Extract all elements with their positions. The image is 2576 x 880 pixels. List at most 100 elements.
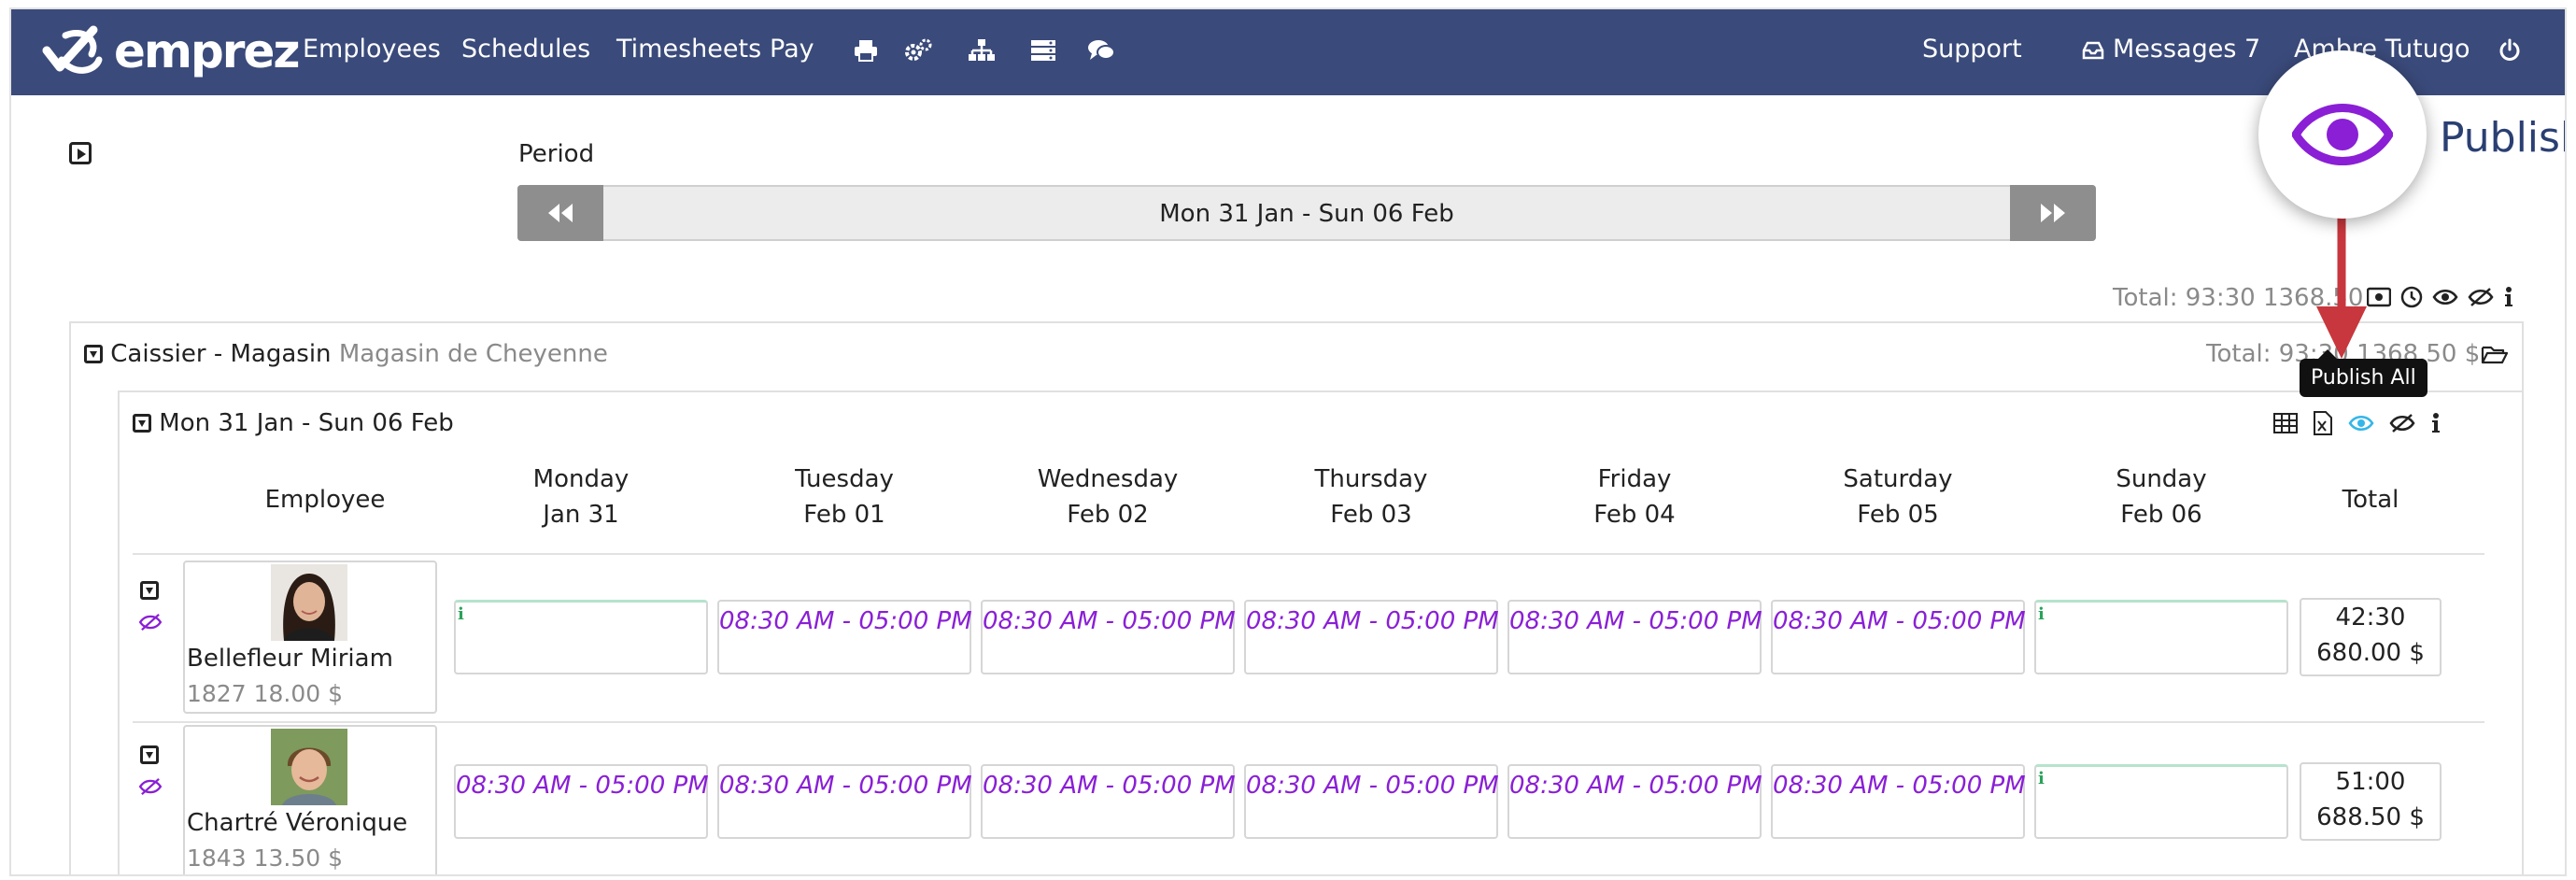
header-total: Total	[2342, 486, 2399, 514]
eye-slash-icon[interactable]	[2468, 287, 2494, 307]
eye-icon[interactable]	[2432, 288, 2458, 306]
header-date: Feb 02	[1067, 501, 1149, 529]
info-icon[interactable]	[2503, 286, 2514, 308]
brand-name: emprez	[114, 24, 300, 78]
info-marker: i	[2038, 604, 2045, 624]
header-divider	[133, 553, 2484, 555]
eye-slash-icon[interactable]	[2389, 413, 2415, 433]
nav-messages[interactable]: Messages 7	[2113, 35, 2260, 64]
next-period-button[interactable]	[2010, 185, 2096, 241]
eye-icon	[2292, 104, 2393, 165]
server-icon[interactable]	[1027, 34, 1059, 67]
row-toggle-icon[interactable]	[140, 745, 159, 764]
total-hours: 51:00	[2335, 768, 2406, 796]
header-day: Saturday	[1843, 465, 1953, 493]
shift-time: 08:30 AM - 05:00 PM	[719, 607, 972, 635]
header-date: Feb 03	[1330, 501, 1412, 529]
shift-time: 08:30 AM - 05:00 PM	[719, 772, 972, 800]
header-saturday: Saturday Feb 05	[1771, 461, 2025, 532]
info-marker: i	[2038, 769, 2045, 788]
summary-actions	[2367, 286, 2514, 308]
week-schedule: Mon 31 Jan - Sun 06 Feb Employee Monday J…	[118, 390, 2524, 874]
fast-forward-icon	[2041, 204, 2065, 222]
week-actions	[2273, 411, 2442, 435]
week-header: Mon 31 Jan - Sun 06 Feb	[133, 409, 454, 437]
nav-employees[interactable]: Employees	[303, 35, 441, 64]
shift-cell[interactable]: 08:30 AM - 05:00 PM	[981, 764, 1236, 839]
header-date: Feb 05	[1857, 501, 1939, 529]
shift-cell[interactable]: 08:30 AM - 05:00 PM	[1771, 764, 2026, 839]
row-toggle-icon[interactable]	[140, 581, 159, 600]
shift-time: 08:30 AM - 05:00 PM	[1773, 772, 2026, 800]
table-icon[interactable]	[2273, 413, 2298, 433]
employee-name: Chartré Véronique	[187, 809, 408, 837]
publish-callout-label: Publish	[2440, 114, 2565, 162]
employee-meta: 1843 13.50 $	[187, 845, 343, 872]
collapse-icon[interactable]	[84, 345, 103, 363]
folder-open-icon[interactable]	[2481, 344, 2509, 364]
header-day: Thursday	[1314, 465, 1428, 493]
nav-timesheets[interactable]: Timesheets	[616, 35, 761, 64]
header-date: Feb 06	[2120, 501, 2202, 529]
employee-meta: 1827 18.00 $	[187, 680, 343, 707]
shift-cell[interactable]: 08:30 AM - 05:00 PM	[981, 600, 1236, 674]
info-marker: i	[458, 604, 464, 624]
group-header: Caissier - Magasin Magasin de Cheyenne	[84, 340, 608, 368]
employee-card[interactable]: Bellefleur Miriam 1827 18.00 $	[183, 561, 437, 714]
fast-backward-icon	[548, 204, 573, 222]
shift-cell[interactable]: 08:30 AM - 05:00 PM	[1771, 600, 2026, 674]
app-frame: emprez Employees Schedules Timesheets Pa…	[9, 7, 2567, 876]
employee-card[interactable]: Chartré Véronique 1843 13.50 $	[183, 725, 437, 874]
comments-icon[interactable]	[1085, 34, 1117, 67]
header-day: Tuesday	[795, 465, 894, 493]
period-selector: Mon 31 Jan - Sun 06 Feb	[517, 185, 2096, 241]
row-controls	[140, 745, 159, 766]
shift-cell[interactable]: 08:30 AM - 05:00 PM	[1507, 764, 1762, 839]
shift-cell-empty[interactable]: i	[2034, 764, 2288, 839]
total-hours: 42:30	[2335, 603, 2406, 632]
shift-cell-empty[interactable]: i	[2034, 600, 2288, 674]
header-employee: Employee	[264, 486, 386, 514]
nav-schedules[interactable]: Schedules	[461, 35, 590, 64]
sidebar-toggle-icon[interactable]	[69, 142, 92, 164]
shift-cell[interactable]: 08:30 AM - 05:00 PM	[717, 764, 972, 839]
publish-callout	[2258, 50, 2427, 219]
total-amount: 688.50 $	[2316, 803, 2425, 831]
header-day: Friday	[1597, 465, 1672, 493]
shift-time: 08:30 AM - 05:00 PM	[1246, 772, 1499, 800]
excel-file-icon[interactable]	[2313, 411, 2333, 435]
collapse-icon[interactable]	[133, 414, 151, 433]
shift-time: 08:30 AM - 05:00 PM	[456, 772, 709, 800]
shift-cell[interactable]: 08:30 AM - 05:00 PM	[1507, 600, 1762, 674]
brand-logo[interactable]: emprez	[37, 22, 300, 80]
info-icon[interactable]	[2430, 412, 2442, 434]
shift-time: 08:30 AM - 05:00 PM	[1773, 607, 2026, 635]
sitemap-icon[interactable]	[966, 34, 998, 67]
inbox-icon	[2077, 34, 2109, 67]
period-range: Mon 31 Jan - Sun 06 Feb	[1159, 200, 1454, 228]
publish-all-eye-icon[interactable]	[2348, 414, 2374, 433]
print-icon[interactable]	[850, 34, 882, 67]
header-sunday: Sunday Feb 06	[2034, 461, 2288, 532]
shift-cell[interactable]: 08:30 AM - 05:00 PM	[717, 600, 972, 674]
shift-time: 08:30 AM - 05:00 PM	[1246, 607, 1499, 635]
shift-cell[interactable]: 08:30 AM - 05:00 PM	[454, 764, 709, 839]
period-label: Period	[518, 140, 595, 168]
shift-cell[interactable]: 08:30 AM - 05:00 PM	[1244, 600, 1499, 674]
shift-cell[interactable]: 08:30 AM - 05:00 PM	[1244, 764, 1499, 839]
shift-time: 08:30 AM - 05:00 PM	[1509, 772, 1762, 800]
unpublished-eye-icon[interactable]	[138, 613, 163, 632]
employee-total: 51:00 688.50 $	[2300, 762, 2442, 841]
annotation-arrow	[2316, 206, 2367, 359]
shift-cell-empty[interactable]: i	[454, 600, 708, 674]
cogs-icon[interactable]	[902, 34, 934, 67]
unpublished-eye-icon[interactable]	[138, 777, 163, 796]
nav-pay[interactable]: Pay	[770, 35, 814, 64]
clock-icon[interactable]	[2400, 286, 2423, 308]
employee-total: 42:30 680.00 $	[2300, 598, 2442, 676]
header-date: Feb 01	[803, 501, 885, 529]
header-date: Jan 31	[543, 501, 619, 529]
nav-support[interactable]: Support	[1922, 35, 2022, 64]
previous-period-button[interactable]	[517, 185, 603, 241]
power-icon[interactable]	[2494, 34, 2526, 67]
